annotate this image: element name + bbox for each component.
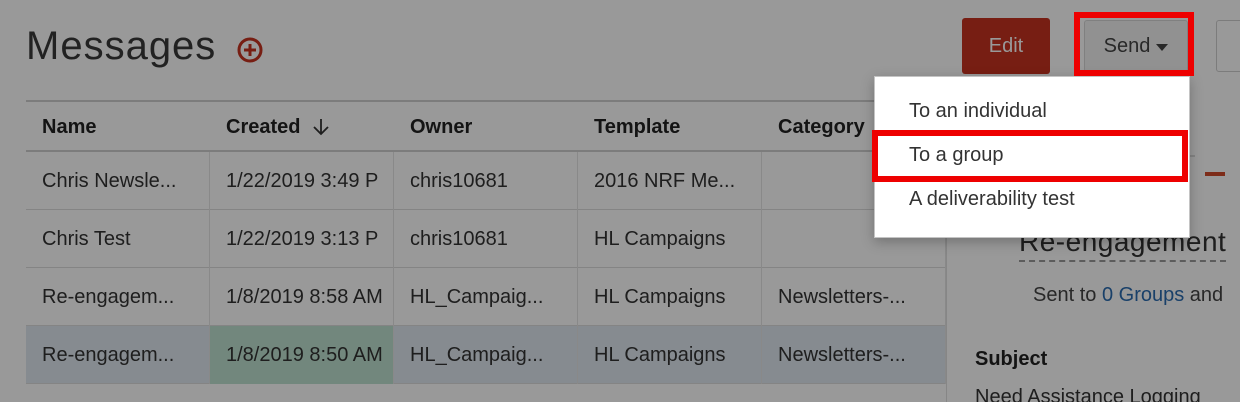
messages-page: Messages Edit Send Name Created Owner Te… [0, 0, 1240, 402]
highlight-to-group [872, 130, 1188, 182]
menu-item-to-individual[interactable]: To an individual [875, 89, 1191, 133]
menu-item-deliverability-test[interactable]: A deliverability test [875, 177, 1191, 221]
highlight-send-button [1074, 12, 1194, 76]
